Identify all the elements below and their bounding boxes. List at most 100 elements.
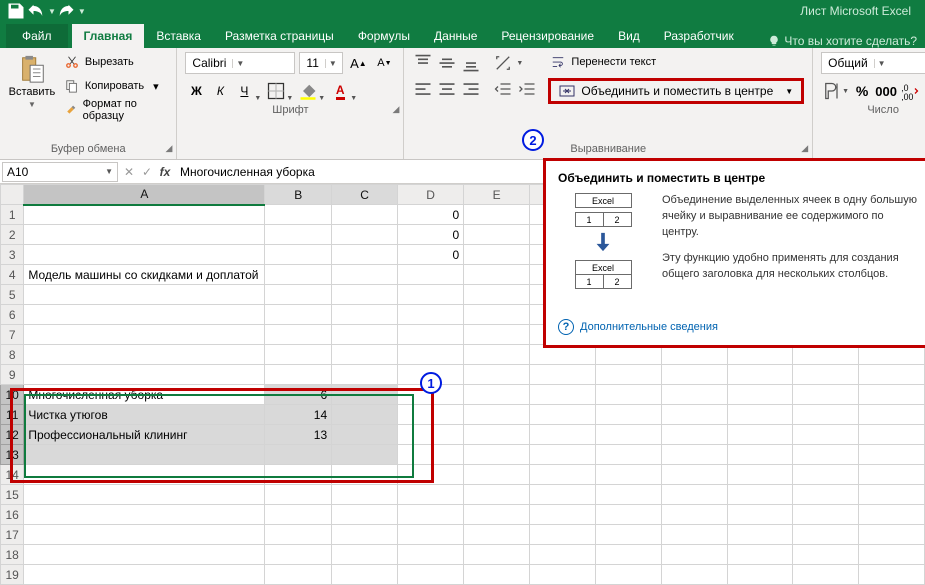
window-title: Лист Microsoft Excel (800, 4, 919, 18)
merge-dropdown[interactable]: ▼ (779, 87, 793, 96)
brush-icon (65, 103, 77, 117)
copy-icon (65, 79, 79, 93)
row-11[interactable]: 11 (1, 405, 24, 425)
svg-text:,00: ,00 (901, 92, 913, 101)
merge-icon (559, 83, 575, 99)
decrease-indent-icon[interactable] (492, 78, 514, 100)
row-14[interactable]: 14 (1, 465, 24, 485)
font-dialog-launcher[interactable]: ◢ (392, 104, 399, 115)
undo-icon[interactable] (26, 1, 46, 21)
help-icon: ? (558, 319, 574, 335)
orientation-button[interactable] (492, 52, 514, 74)
tooltip-diagram: Excel 12 Excel12 (558, 193, 648, 313)
row-15[interactable]: 15 (1, 485, 24, 505)
wrap-text-button[interactable]: Перенести текст (548, 52, 804, 72)
col-D[interactable]: D (397, 185, 463, 205)
row-18[interactable]: 18 (1, 545, 24, 565)
redo-icon[interactable] (56, 1, 76, 21)
align-bottom-icon[interactable] (460, 52, 482, 74)
row-1[interactable]: 1 (1, 205, 24, 225)
font-color-button[interactable]: A (329, 80, 351, 102)
row-2[interactable]: 2 (1, 225, 24, 245)
align-top-icon[interactable] (412, 52, 434, 74)
align-left-icon[interactable] (412, 78, 434, 100)
row-10[interactable]: 10 (1, 385, 24, 405)
cut-button[interactable]: Вырезать (62, 52, 169, 72)
col-E[interactable]: E (464, 185, 530, 205)
formulas-tab[interactable]: Формулы (346, 24, 422, 48)
align-middle-icon[interactable] (436, 52, 458, 74)
file-tab[interactable]: Файл (6, 24, 68, 48)
format-painter-button[interactable]: Формат по образцу (62, 100, 169, 120)
merge-center-button[interactable]: Объединить и поместить в центре ▼ (548, 78, 804, 104)
row-16[interactable]: 16 (1, 505, 24, 525)
undo-dropdown[interactable]: ▼ (48, 7, 56, 16)
tell-me[interactable]: Что вы хотите сделать? (760, 34, 925, 48)
quick-access-toolbar: ▼ ▼ Лист Microsoft Excel (0, 0, 925, 22)
row-7[interactable]: 7 (1, 325, 24, 345)
alignment-group-label: Выравнивание (570, 143, 646, 155)
font-group: Calibri▼ 11▼ A▲ A▼ Ж К Ч ▼ ▼ ▼ A ▼ Шрифт… (177, 48, 404, 159)
row-13[interactable]: 13 (1, 445, 24, 465)
copy-button[interactable]: Копировать▾ (62, 76, 169, 96)
row-8[interactable]: 8 (1, 345, 24, 365)
ribbon-tabs: Файл Главная Вставка Разметка страницы Ф… (0, 22, 925, 48)
fx-icon[interactable]: fx (156, 162, 174, 182)
row-19[interactable]: 19 (1, 565, 24, 585)
row-12[interactable]: 12 (1, 425, 24, 445)
lightbulb-icon (768, 35, 780, 47)
bold-button[interactable]: Ж (185, 80, 207, 102)
font-size-combo[interactable]: 11▼ (299, 52, 343, 74)
percent-format-button[interactable]: % (851, 80, 873, 102)
clipboard-dialog-launcher[interactable]: ◢ (165, 143, 172, 154)
col-C[interactable]: C (332, 185, 398, 205)
developer-tab[interactable]: Разработчик (652, 24, 746, 48)
font-name-combo[interactable]: Calibri▼ (185, 52, 295, 74)
cancel-formula-icon[interactable]: ✕ (120, 162, 138, 182)
comma-format-button[interactable]: 000 (875, 80, 897, 102)
alignment-dialog-launcher[interactable]: ◢ (801, 143, 808, 154)
row-3[interactable]: 3 (1, 245, 24, 265)
insert-tab[interactable]: Вставка (144, 24, 213, 48)
col-A[interactable]: A (24, 185, 265, 205)
save-icon[interactable] (6, 1, 26, 21)
qat-customize[interactable]: ▼ (78, 7, 86, 16)
borders-button[interactable] (265, 80, 287, 102)
tooltip-more-link[interactable]: ? Дополнительные сведения (558, 319, 918, 335)
number-group: Общий▼ ▼ % 000 ,0,00 ,00,0 Число◢ (813, 48, 925, 159)
increase-indent-icon[interactable] (516, 78, 538, 100)
bucket-icon (298, 81, 318, 101)
align-center-icon[interactable] (436, 78, 458, 100)
italic-button[interactable]: К (209, 80, 231, 102)
font-group-label: Шрифт (272, 104, 308, 116)
callout-2: 2 (522, 129, 544, 151)
name-box[interactable]: A10▼ (2, 162, 118, 182)
row-4[interactable]: 4 (1, 265, 24, 285)
decrease-font-icon[interactable]: A▼ (373, 52, 395, 74)
align-right-icon[interactable] (460, 78, 482, 100)
paste-button[interactable]: Вставить ▼ (8, 52, 56, 111)
row-6[interactable]: 6 (1, 305, 24, 325)
increase-font-icon[interactable]: A▲ (347, 52, 369, 74)
accounting-format-icon[interactable] (821, 80, 843, 102)
review-tab[interactable]: Рецензирование (489, 24, 606, 48)
fill-color-button[interactable] (297, 80, 319, 102)
pagelayout-tab[interactable]: Разметка страницы (213, 24, 346, 48)
col-B[interactable]: B (265, 185, 332, 205)
tooltip-text-2: Эту функцию удобно применять для создани… (662, 251, 918, 283)
enter-formula-icon[interactable]: ✓ (138, 162, 156, 182)
clipboard-group: Вставить ▼ Вырезать Копировать▾ Формат п… (0, 48, 177, 159)
increase-decimal-icon[interactable]: ,0,00 (899, 80, 921, 102)
data-tab[interactable]: Данные (422, 24, 489, 48)
row-5[interactable]: 5 (1, 285, 24, 305)
home-tab[interactable]: Главная (72, 24, 145, 48)
number-format-combo[interactable]: Общий▼ (821, 52, 925, 74)
row-9[interactable]: 9 (1, 365, 24, 385)
merge-center-tooltip: Объединить и поместить в центре Excel 12… (543, 158, 925, 348)
row-17[interactable]: 17 (1, 525, 24, 545)
underline-button[interactable]: Ч (233, 80, 255, 102)
clipboard-group-label: Буфер обмена (51, 143, 126, 155)
callout-1: 1 (420, 372, 442, 394)
view-tab[interactable]: Вид (606, 24, 652, 48)
select-all-corner[interactable] (1, 185, 24, 205)
